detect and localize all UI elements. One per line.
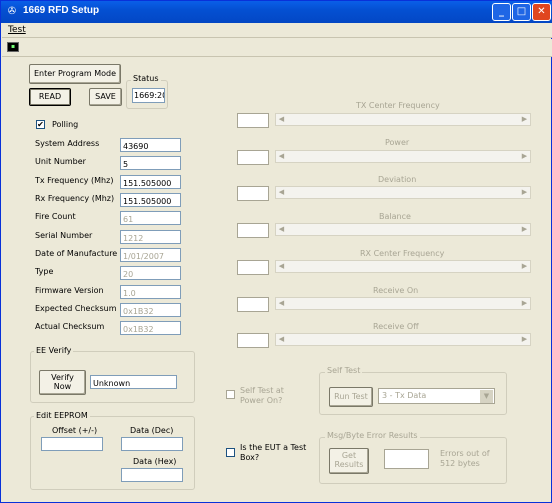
verify-now-button[interactable]: Verify Now xyxy=(39,370,86,395)
scroll-right-icon[interactable]: ▶ xyxy=(519,298,530,309)
minimize-button[interactable]: _ xyxy=(492,3,511,21)
scroll-right-icon[interactable]: ▶ xyxy=(519,224,530,235)
data-hex-label: Data (Hex) xyxy=(133,457,177,466)
self-test-power-on-checkbox[interactable] xyxy=(226,390,235,399)
ee-verify-result-field[interactable]: Unknown xyxy=(90,375,177,389)
close-button[interactable]: ✕ xyxy=(532,3,551,21)
data-dec-field[interactable] xyxy=(121,437,183,451)
terminal-icon[interactable]: ▪ xyxy=(7,42,19,52)
edit-eeprom-title: Edit EEPROM xyxy=(34,411,90,420)
toolbar: ▪ xyxy=(2,39,552,57)
actual-checksum-field: 0x1B32 xyxy=(120,321,181,335)
scroll-right-icon[interactable]: ▶ xyxy=(519,114,530,125)
chevron-down-icon[interactable]: ▼ xyxy=(480,390,493,403)
data-dec-label: Data (Dec) xyxy=(130,426,174,435)
tx-frequency-label: Tx Frequency (Mhz) xyxy=(35,176,114,185)
app-icon: ✇ xyxy=(7,6,17,17)
errors-count-field xyxy=(384,449,429,469)
rx-center-frequency-slider[interactable]: ◀ ▶ xyxy=(275,260,531,273)
expected-checksum-label: Expected Checksum xyxy=(35,304,117,313)
date-of-manufacture-field: 1/01/2007 xyxy=(120,248,181,262)
scroll-left-icon[interactable]: ◀ xyxy=(276,187,287,198)
tx-center-frequency-value xyxy=(237,113,269,128)
serial-number-field: 1212 xyxy=(120,230,181,244)
rx-center-frequency-label: RX Center Frequency xyxy=(360,249,445,258)
self-test-title: Self Test xyxy=(325,366,363,375)
save-button[interactable]: SAVE xyxy=(89,88,122,106)
eut-test-box-checkbox[interactable] xyxy=(226,448,235,457)
tx-center-frequency-slider[interactable]: ◀ ▶ xyxy=(275,113,531,126)
scroll-right-icon[interactable]: ▶ xyxy=(519,187,530,198)
actual-checksum-label: Actual Checksum xyxy=(35,322,105,331)
polling-checkbox[interactable]: ✔ xyxy=(36,120,45,129)
rx-frequency-field[interactable]: 151.505000 xyxy=(120,193,181,207)
scroll-right-icon[interactable]: ▶ xyxy=(519,261,530,272)
receive-on-label: Receive On xyxy=(373,286,419,295)
date-of-manufacture-label: Date of Manufacture xyxy=(35,249,118,258)
system-address-label: System Address xyxy=(35,139,100,148)
self-test-select[interactable]: 3 - Tx Data ▼ xyxy=(378,388,495,404)
tx-frequency-field[interactable]: 151.505000 xyxy=(120,175,181,189)
rx-center-frequency-value xyxy=(237,260,269,275)
msg-byte-error-title: Msg/Byte Error Results xyxy=(325,431,420,440)
eut-test-box-label: Is the EUT a Test Box? xyxy=(240,443,307,462)
self-test-selected: 3 - Tx Data xyxy=(382,391,427,400)
deviation-value xyxy=(237,186,269,201)
unit-number-label: Unit Number xyxy=(35,157,86,166)
offset-label: Offset (+/-) xyxy=(52,426,98,435)
fire-count-field: 61 xyxy=(120,211,181,225)
balance-slider[interactable]: ◀ ▶ xyxy=(275,223,531,236)
fire-count-label: Fire Count xyxy=(35,212,76,221)
data-hex-field[interactable] xyxy=(121,468,183,482)
balance-value xyxy=(237,223,269,238)
receive-off-slider[interactable]: ◀ ▶ xyxy=(275,333,531,346)
deviation-slider[interactable]: ◀ ▶ xyxy=(275,186,531,199)
status-label: Status xyxy=(131,74,161,83)
scroll-left-icon[interactable]: ◀ xyxy=(276,224,287,235)
tx-center-frequency-label: TX Center Frequency xyxy=(356,101,440,110)
window-title: 1669 RFD Setup xyxy=(23,5,100,16)
scroll-left-icon[interactable]: ◀ xyxy=(276,261,287,272)
deviation-label: Deviation xyxy=(378,175,417,184)
polling-label: Polling xyxy=(52,120,79,129)
unit-number-field[interactable]: 5 xyxy=(120,156,181,170)
firmware-version-label: Firmware Version xyxy=(35,286,104,295)
menu-test[interactable]: Test xyxy=(8,25,26,35)
scroll-left-icon[interactable]: ◀ xyxy=(276,151,287,162)
scroll-left-icon[interactable]: ◀ xyxy=(276,334,287,345)
rx-frequency-label: Rx Frequency (Mhz) xyxy=(35,194,115,203)
errors-out-of-label: Errors out of 512 bytes xyxy=(440,449,490,468)
system-address-field[interactable]: 43690 xyxy=(120,138,181,152)
read-button[interactable]: READ xyxy=(29,88,71,106)
title-bar: ✇ 1669 RFD Setup _ □ ✕ xyxy=(1,1,552,23)
power-value xyxy=(237,150,269,165)
receive-off-value xyxy=(237,333,269,348)
offset-field[interactable] xyxy=(41,437,103,451)
firmware-version-field: 1.0 xyxy=(120,285,181,299)
ee-verify-title: EE Verify xyxy=(34,346,74,355)
receive-on-slider[interactable]: ◀ ▶ xyxy=(275,297,531,310)
enter-program-mode-button[interactable]: Enter Program Mode xyxy=(29,64,121,84)
self-test-power-on-label: Self Test at Power On? xyxy=(240,386,284,405)
receive-on-value xyxy=(237,297,269,312)
maximize-button[interactable]: □ xyxy=(512,3,531,21)
scroll-right-icon[interactable]: ▶ xyxy=(519,334,530,345)
serial-number-label: Serial Number xyxy=(35,231,93,240)
scroll-right-icon[interactable]: ▶ xyxy=(519,151,530,162)
receive-off-label: Receive Off xyxy=(373,322,419,331)
run-test-button[interactable]: Run Test xyxy=(329,387,373,407)
type-field: 20 xyxy=(120,266,181,280)
power-slider[interactable]: ◀ ▶ xyxy=(275,150,531,163)
balance-label: Balance xyxy=(379,212,411,221)
main-window: ✇ 1669 RFD Setup _ □ ✕ Test ▪ Enter Prog… xyxy=(0,0,552,503)
menu-bar: Test xyxy=(2,23,552,38)
get-results-button[interactable]: Get Results xyxy=(329,448,369,474)
scroll-left-icon[interactable]: ◀ xyxy=(276,298,287,309)
type-label: Type xyxy=(35,267,54,276)
expected-checksum-field: 0x1B32 xyxy=(120,303,181,317)
power-label: Power xyxy=(385,138,410,147)
status-field[interactable]: 1669:20 xyxy=(132,88,165,103)
scroll-left-icon[interactable]: ◀ xyxy=(276,114,287,125)
